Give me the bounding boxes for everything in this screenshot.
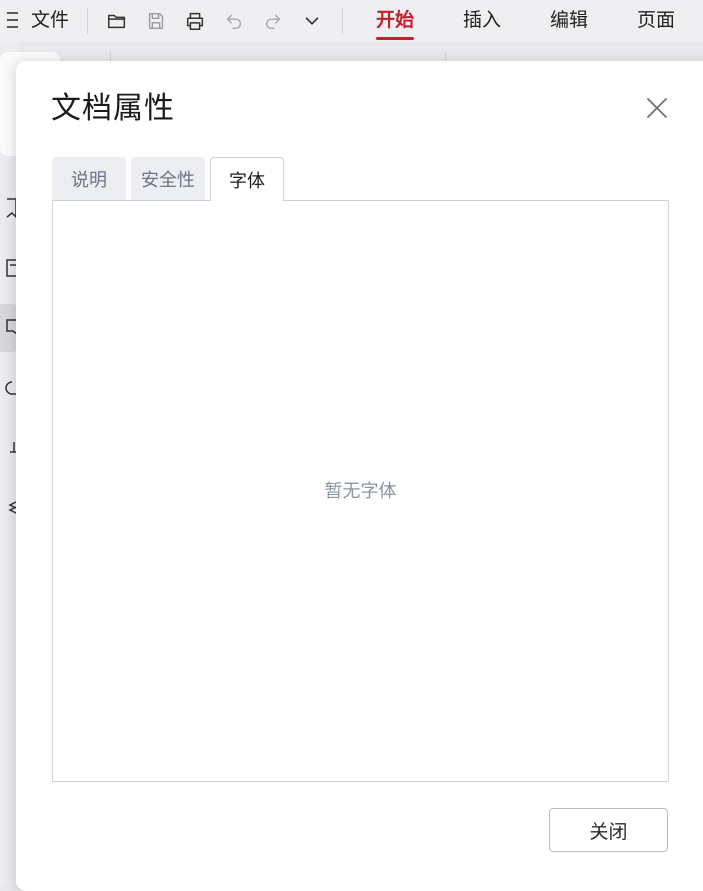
save-icon[interactable] — [141, 6, 171, 36]
menu-icon[interactable] — [6, 10, 20, 30]
tab-fonts[interactable]: 字体 — [210, 157, 284, 201]
app-toolbar: 文件 开始 插入 编辑 页面 — [0, 0, 703, 42]
tab-description[interactable]: 说明 — [52, 157, 126, 200]
fonts-panel: 暂无字体 — [52, 200, 669, 782]
dialog-title: 文档属性 — [51, 91, 175, 126]
close-icon[interactable] — [644, 95, 670, 121]
document-properties-dialog: 文档属性 说明 安全性 字体 暂无字体 关闭 — [16, 61, 703, 891]
file-menu[interactable]: 文件 — [31, 8, 69, 32]
toolbar-divider — [87, 8, 88, 34]
chevron-down-icon[interactable] — [297, 6, 327, 36]
tab-page[interactable]: 页面 — [637, 8, 675, 32]
redo-icon[interactable] — [258, 6, 288, 36]
tab-start[interactable]: 开始 — [376, 8, 415, 40]
tab-security[interactable]: 安全性 — [131, 157, 205, 200]
undo-icon[interactable] — [219, 6, 249, 36]
open-folder-icon[interactable] — [102, 6, 132, 36]
toolbar-divider — [342, 8, 343, 34]
print-icon[interactable] — [180, 6, 210, 36]
tab-edit[interactable]: 编辑 — [550, 8, 588, 32]
tab-insert[interactable]: 插入 — [463, 8, 501, 32]
empty-state-message: 暂无字体 — [324, 481, 397, 502]
close-button[interactable]: 关闭 — [549, 808, 668, 852]
